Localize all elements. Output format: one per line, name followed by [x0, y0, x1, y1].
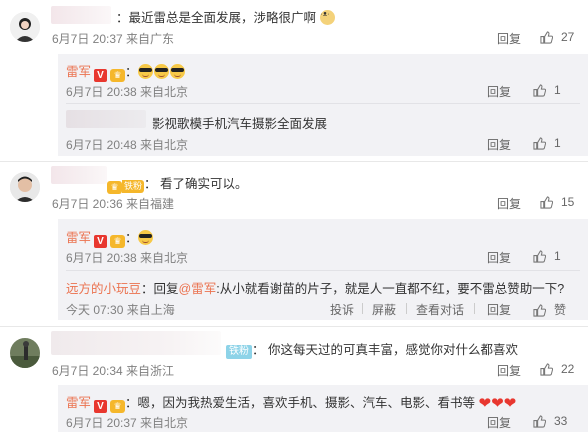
fan-badge-icon: ♛: [110, 400, 126, 413]
like-count: 1: [554, 136, 561, 150]
avatar[interactable]: [10, 12, 40, 42]
reply-button[interactable]: 回复: [487, 249, 511, 266]
reply-text: ：嗯，因为我热爱生活，喜欢手机、摄影、汽车、电影、看书等: [125, 396, 476, 410]
comment-line: ♛ 铁粉： 看了确实可以。: [107, 173, 248, 194]
fan-badge-icon: ♛: [110, 69, 126, 82]
like-count: 1: [554, 249, 561, 263]
avatar[interactable]: [10, 172, 40, 202]
heart-icon: ❤: [478, 395, 492, 412]
reply-meta: 今天 07:30 来自上海: [66, 303, 175, 317]
comment-meta: 6月7日 20:34 来自浙江: [52, 364, 175, 378]
fan-label: 铁粉: [122, 180, 145, 193]
reply-meta: 6月7日 20:48 来自北京: [66, 138, 189, 152]
reply-line: 远方的小玩豆：回复@雷军:从小就看谢苗的片子，就是人一直都不红，要不雷总赞助一下…: [66, 278, 564, 297]
like-button[interactable]: 1: [533, 83, 561, 97]
comment-meta: 6月7日 20:37 来自广东: [52, 32, 175, 46]
comment-line: 铁粉： 你这每天过的可真丰富，感觉你对什么都喜欢: [226, 339, 518, 359]
divider: [0, 326, 588, 327]
divider: [362, 303, 363, 314]
reply-button[interactable]: 回复: [487, 414, 511, 431]
reply-button[interactable]: 回复: [497, 30, 521, 47]
thumb-up-icon: [533, 304, 547, 317]
reply-username[interactable]: 远方的小玩豆: [66, 282, 141, 296]
thumb-up-icon: [533, 415, 547, 428]
reply-meta: 6月7日 20:38 来自北京: [66, 85, 189, 99]
verified-v-icon: V: [94, 235, 108, 248]
reply-text: 影视歌模手机汽车摄影全面发展: [152, 117, 328, 131]
avatar[interactable]: [10, 338, 40, 368]
like-count: 22: [561, 362, 575, 376]
divider: [66, 270, 580, 271]
like-button[interactable]: 1: [533, 136, 561, 150]
like-button[interactable]: 1: [533, 249, 561, 263]
verified-v-icon: V: [94, 69, 108, 82]
reply-username[interactable]: 雷军: [66, 396, 91, 410]
like-count: 27: [561, 30, 575, 44]
reply-meta: 6月7日 20:37 来自北京: [66, 416, 189, 430]
thumb-up-icon: [533, 137, 547, 150]
reply-button[interactable]: 回复: [497, 362, 521, 379]
username-blurred[interactable]: [51, 331, 221, 355]
like-count: 1: [554, 83, 561, 97]
comment-text: 看了确实可以。: [160, 177, 248, 191]
sunglasses-emoji-icon: [137, 230, 153, 245]
thumb-up-icon: [533, 84, 547, 97]
reply-button[interactable]: 回复: [497, 195, 521, 212]
heart-icon: ❤: [491, 395, 504, 412]
reply-line: 雷军 V ♛：: [66, 227, 154, 248]
mention-link[interactable]: @雷军: [179, 282, 217, 296]
cat-emoji-icon: [319, 10, 335, 25]
divider: [406, 303, 407, 314]
reply-username[interactable]: 雷军: [66, 231, 91, 245]
divider: [0, 161, 588, 162]
reply-button[interactable]: 回复: [487, 301, 511, 318]
heart-icon: ❤: [503, 395, 517, 412]
divider: [474, 303, 475, 314]
comment-text: ：最近雷总是全面发展，涉略很广啊: [116, 7, 336, 26]
thumb-up-icon: [540, 196, 554, 209]
comment-text: 你这每天过的可真丰富，感觉你对什么都喜欢: [267, 343, 518, 357]
sunglasses-emoji-icon: [169, 64, 185, 79]
sunglasses-emoji-icon: [153, 64, 169, 79]
username-blurred[interactable]: [66, 110, 146, 128]
thumb-up-icon: [533, 250, 547, 263]
reply-prefix: ：回复: [141, 282, 179, 296]
fan-label: 铁粉: [226, 345, 252, 359]
reply-button[interactable]: 回复: [487, 136, 511, 153]
like-button[interactable]: 15: [540, 195, 574, 209]
like-count: 15: [561, 195, 575, 209]
comment-meta: 6月7日 20:36 来自福建: [52, 197, 175, 211]
reply-text: :从小就看谢苗的片子，就是人一直都不红，要不雷总赞助一下?: [216, 282, 565, 296]
thumb-up-icon: [540, 363, 554, 376]
verified-v-icon: V: [94, 400, 108, 413]
reply-line: 雷军 V ♛：: [66, 61, 186, 82]
like-count: 33: [554, 414, 568, 428]
report-button[interactable]: 投诉: [330, 301, 354, 318]
like-label: 赞: [554, 303, 567, 317]
fan-badge-icon: ♛: [110, 235, 126, 248]
sunglasses-emoji-icon: [137, 64, 153, 79]
like-button[interactable]: 22: [540, 362, 574, 376]
fan-badge-icon: ♛: [107, 181, 122, 194]
view-conversation-button[interactable]: 查看对话: [416, 301, 464, 318]
divider: [66, 103, 580, 104]
like-button[interactable]: 赞: [533, 301, 566, 318]
like-button[interactable]: 33: [533, 414, 567, 428]
like-button[interactable]: 27: [540, 30, 574, 44]
username-blurred[interactable]: [51, 6, 111, 24]
thumb-up-icon: [540, 31, 554, 44]
reply-line: 雷军 V ♛ ：嗯，因为我热爱生活，喜欢手机、摄影、汽车、电影、看书等 ❤❤❤: [66, 392, 516, 413]
reply-username[interactable]: 雷军: [66, 65, 91, 79]
reply-meta: 6月7日 20:38 来自北京: [66, 251, 189, 265]
reply-button[interactable]: 回复: [487, 83, 511, 100]
block-button[interactable]: 屏蔽: [372, 301, 396, 318]
username-blurred[interactable]: [51, 166, 107, 184]
